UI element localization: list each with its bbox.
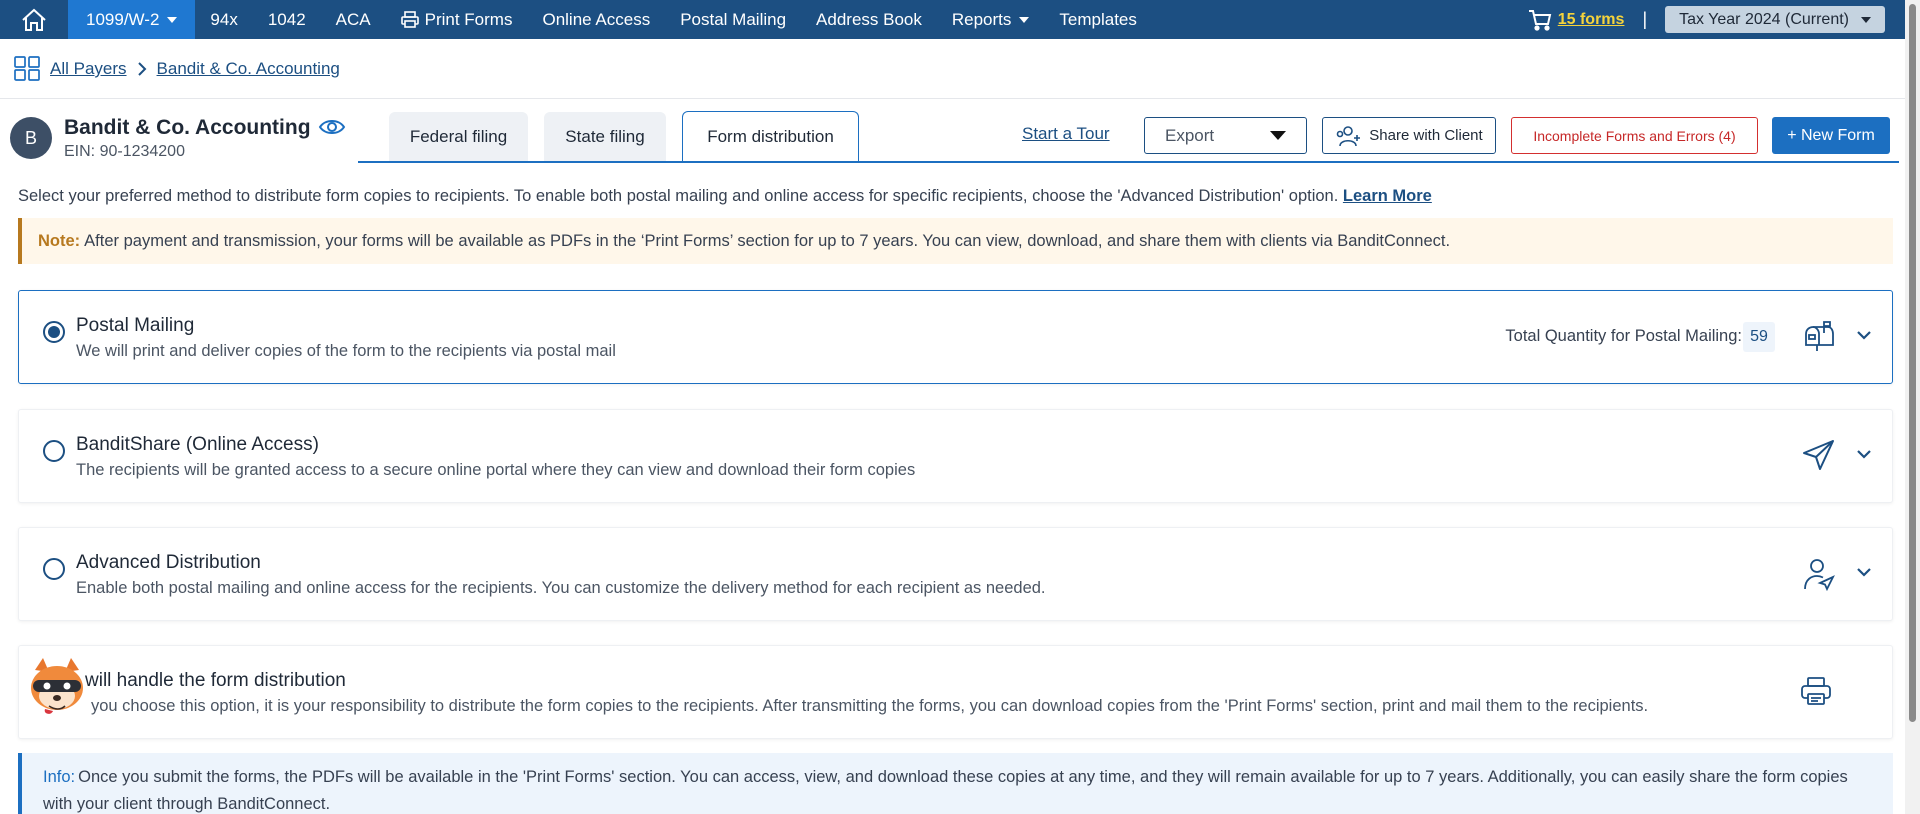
nav-94x[interactable]: 94x [195, 0, 252, 39]
mascot-image [25, 656, 89, 718]
tab-underline [358, 161, 1899, 163]
postal-quantity-label: Total Quantity for Postal Mailing: [1505, 327, 1742, 345]
learn-more-link[interactable]: Learn More [1343, 187, 1432, 205]
tab-form-distribution[interactable]: Form distribution [682, 111, 859, 162]
nav-reports[interactable]: Reports [937, 0, 1045, 39]
info-banner: Info: Once you submit the forms, the PDFs… [18, 753, 1893, 814]
printer-icon [400, 11, 419, 28]
nav-separator: | [1642, 9, 1648, 29]
payer-name: Bandit & Co. Accounting [64, 116, 311, 139]
info-label: Info: [43, 768, 76, 786]
nav-1099-w2[interactable]: 1099/W-2 [68, 0, 196, 39]
start-tour-link[interactable]: Start a Tour [1022, 124, 1110, 144]
cart-icon[interactable] [1528, 9, 1552, 31]
option-desc: We will print and deliver copies of the … [76, 342, 616, 360]
chevron-down-icon[interactable] [1856, 327, 1872, 345]
option-desc: The recipients will be granted access to… [76, 461, 916, 479]
breadcrumb-current-payer[interactable]: Bandit & Co. Accounting [157, 59, 340, 79]
note-label: Note: [38, 231, 81, 250]
scrollbar-thumb[interactable] [1909, 4, 1916, 722]
breadcrumb: All Payers Bandit & Co. Accounting [14, 56, 340, 82]
nav-address-book[interactable]: Address Book [801, 0, 937, 39]
payer-ein: EIN: 90-1234200 [64, 143, 185, 160]
option-title: BanditShare (Online Access) [76, 434, 319, 455]
intro-text: Select your preferred method to distribu… [18, 187, 1432, 205]
add-user-icon [1336, 125, 1361, 146]
tax-year-select[interactable]: Tax Year 2024 (Current) [1665, 6, 1885, 33]
incomplete-forms-button[interactable]: Incomplete Forms and Errors (4) [1511, 117, 1758, 154]
divider [0, 98, 1905, 99]
paper-plane-icon [1802, 439, 1836, 476]
top-nav: 1099/W-2 94x 1042 ACA Print Forms Online… [0, 0, 1905, 39]
chevron-down-icon [1019, 16, 1030, 23]
option-title: will handle the form distribution [85, 670, 346, 691]
mailbox-icon [1802, 320, 1836, 357]
option-self-distribution[interactable]: will handle the form distribution you ch… [18, 645, 1893, 739]
chevron-down-icon [167, 16, 178, 23]
nav-1042[interactable]: 1042 [253, 0, 321, 39]
postal-quantity-badge: 59 [1743, 322, 1775, 352]
caret-down-icon [1270, 131, 1286, 140]
avatar: B [10, 117, 52, 159]
note-text: After payment and transmission, your for… [84, 231, 1451, 250]
share-with-client-button[interactable]: Share with Client [1322, 117, 1496, 154]
nav-templates[interactable]: Templates [1044, 0, 1151, 39]
nav-online-access[interactable]: Online Access [527, 0, 665, 39]
chevron-down-icon[interactable] [1856, 446, 1872, 464]
printer-icon [1800, 675, 1832, 712]
user-send-icon [1802, 557, 1836, 596]
tab-federal-filing[interactable]: Federal filing [389, 112, 528, 161]
info-text: Once you submit the forms, the PDFs will… [43, 768, 1848, 813]
new-form-button[interactable]: + New Form [1772, 117, 1890, 154]
nav-postal-mailing[interactable]: Postal Mailing [665, 0, 801, 39]
export-dropdown[interactable]: Export [1144, 117, 1307, 154]
nav-print-forms[interactable]: Print Forms [386, 0, 528, 39]
note-banner: Note: After payment and transmission, yo… [18, 218, 1893, 264]
radio-postal-mailing[interactable] [43, 321, 65, 343]
option-banditshare[interactable]: BanditShare (Online Access) The recipien… [18, 409, 1893, 503]
cart-forms-link[interactable]: 15 forms [1558, 11, 1625, 29]
radio-banditshare[interactable] [43, 440, 65, 462]
chevron-right-icon [137, 62, 146, 76]
eye-icon[interactable] [318, 116, 346, 143]
chevron-down-icon [1861, 16, 1871, 23]
home-icon[interactable] [0, 0, 68, 39]
option-title: Advanced Distribution [76, 552, 261, 573]
chevron-down-icon[interactable] [1856, 564, 1872, 582]
option-desc: you choose this option, it is your respo… [91, 697, 1649, 715]
option-postal-mailing[interactable]: Postal Mailing We will print and deliver… [18, 290, 1893, 384]
radio-advanced-distribution[interactable] [43, 558, 65, 580]
breadcrumb-all-payers[interactable]: All Payers [50, 59, 127, 79]
nav-aca[interactable]: ACA [321, 0, 386, 39]
option-desc: Enable both postal mailing and online ac… [76, 579, 1046, 597]
option-advanced-distribution[interactable]: Advanced Distribution Enable both postal… [18, 527, 1893, 621]
tab-state-filing[interactable]: State filing [544, 112, 666, 161]
scrollbar[interactable] [1905, 0, 1920, 814]
option-title: Postal Mailing [76, 315, 195, 336]
grid-icon[interactable] [14, 56, 42, 82]
